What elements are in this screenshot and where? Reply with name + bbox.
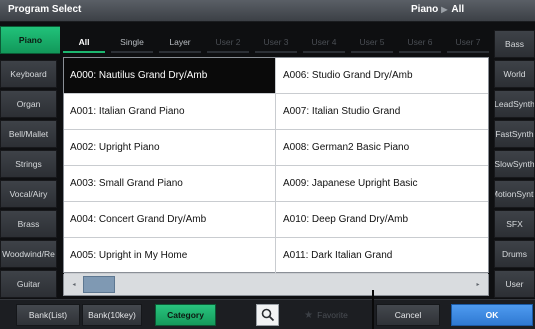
title-bar: Program Select Piano ▶ All (0, 0, 535, 22)
cancel-button[interactable]: Cancel (376, 304, 440, 326)
category-leadsynth[interactable]: LeadSynth (494, 90, 535, 118)
category-strings[interactable]: Strings (0, 150, 57, 178)
program-cell-a000[interactable]: A000: Nautilus Grand Dry/Amb (64, 58, 276, 94)
tab-user-4: User 4 (300, 30, 348, 54)
program-cell-a011[interactable]: A011: Dark Italian Grand (276, 238, 488, 274)
breadcrumb-category: Piano (411, 4, 439, 15)
category-motionsynth[interactable]: MotionSynth (494, 180, 535, 208)
program-cell-a009[interactable]: A009: Japanese Upright Basic (276, 166, 488, 202)
scroll-left-icon[interactable]: ◂ (68, 274, 80, 295)
category-guitar[interactable]: Guitar (0, 270, 57, 298)
program-list: A000: Nautilus Grand Dry/Amb A006: Studi… (63, 57, 489, 274)
tab-label: User 6 (407, 37, 433, 47)
chevron-right-icon: ▶ (441, 5, 448, 14)
tab-user-6: User 6 (396, 30, 444, 54)
tab-layer[interactable]: Layer (156, 30, 204, 54)
category-brass[interactable]: Brass (0, 210, 57, 238)
category-keyboard[interactable]: Keyboard (0, 60, 57, 88)
tab-user-5: User 5 (348, 30, 396, 54)
category-vocal-airy[interactable]: Vocal/Airy (0, 180, 57, 208)
cursor-pointer (372, 290, 374, 329)
category-bell-mallet[interactable]: Bell/Mallet (0, 120, 57, 148)
category-woodwind-reed[interactable]: Woodwind/Re (0, 240, 57, 268)
program-cell-a002[interactable]: A002: Upright Piano (64, 130, 276, 166)
program-cell-a004[interactable]: A004: Concert Grand Dry/Amb (64, 202, 276, 238)
tab-user-3: User 3 (252, 30, 300, 54)
tab-all[interactable]: All (60, 30, 108, 54)
tab-user-2: User 2 (204, 30, 252, 54)
window-title: Program Select (8, 4, 82, 15)
category-user[interactable]: User (494, 270, 535, 298)
program-cell-a006[interactable]: A006: Studio Grand Dry/Amb (276, 58, 488, 94)
program-cell-a001[interactable]: A001: Italian Grand Piano (64, 94, 276, 130)
tab-label: User 3 (263, 37, 289, 47)
category-slowsynth[interactable]: SlowSynth (494, 150, 535, 178)
tab-user-7: User 7 (444, 30, 492, 54)
category-column-right: Bass World LeadSynth FastSynth SlowSynth… (494, 26, 535, 298)
category-column-left: Piano Keyboard Organ Bell/Mallet Strings… (0, 26, 60, 298)
category-fastsynth[interactable]: FastSynth (494, 120, 535, 148)
tab-label: User 4 (311, 37, 337, 47)
bank-list-button[interactable]: Bank(List) (16, 304, 80, 326)
search-button[interactable] (256, 304, 279, 326)
tab-label: User 2 (215, 37, 241, 47)
category-organ[interactable]: Organ (0, 90, 57, 118)
tab-single[interactable]: Single (108, 30, 156, 54)
subcategory-tabs: All Single Layer User 2 User 3 User 4 Us… (60, 30, 492, 54)
favorite-label: Favorite (317, 310, 348, 320)
star-icon: ★ (304, 309, 314, 321)
breadcrumb-subcategory: All (451, 4, 465, 15)
category-button[interactable]: Category (155, 304, 216, 326)
program-cell-a010[interactable]: A010: Deep Grand Dry/Amb (276, 202, 488, 238)
search-icon (261, 308, 274, 322)
category-bass[interactable]: Bass (494, 30, 535, 58)
category-drums[interactable]: Drums (494, 240, 535, 268)
program-cell-a008[interactable]: A008: German2 Basic Piano (276, 130, 488, 166)
tab-label: User 7 (455, 37, 481, 47)
scrollbar-thumb[interactable] (83, 276, 115, 293)
horizontal-scrollbar[interactable]: ◂ ▸ (63, 274, 489, 296)
program-cell-a007[interactable]: A007: Italian Studio Grand (276, 94, 488, 130)
program-cell-a005[interactable]: A005: Upright in My Home (64, 238, 276, 274)
breadcrumb: Piano ▶ All (411, 4, 464, 15)
category-world[interactable]: World (494, 60, 535, 88)
category-sfx[interactable]: SFX (494, 210, 535, 238)
bottom-toolbar: Bank(List) Bank(10key) Category ★ Favorit… (0, 299, 535, 329)
bank-10key-button[interactable]: Bank(10key) (82, 304, 142, 326)
program-cell-a003[interactable]: A003: Small Grand Piano (64, 166, 276, 202)
tab-label: All (78, 37, 90, 47)
tab-label: Single (120, 37, 144, 47)
tab-label: User 5 (359, 37, 385, 47)
category-piano[interactable]: Piano (0, 26, 60, 54)
ok-button[interactable]: OK (451, 304, 533, 326)
scroll-right-icon[interactable]: ▸ (472, 274, 484, 295)
tab-label: Layer (169, 37, 191, 47)
favorite-button: ★ Favorite (296, 304, 356, 326)
